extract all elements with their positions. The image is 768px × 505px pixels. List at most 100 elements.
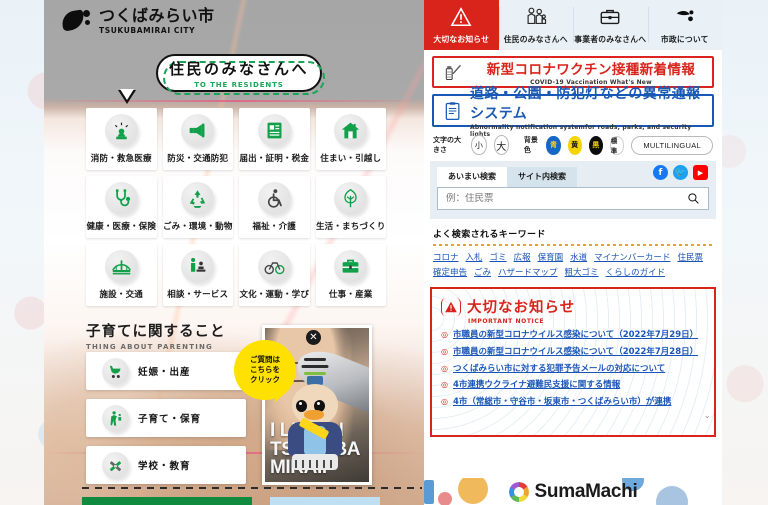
parenting-button-2[interactable]: 学校・教育 bbox=[86, 446, 246, 484]
parenting-button-0[interactable]: 妊娠・出産 bbox=[86, 352, 246, 390]
category-label: 文化・運動・学び bbox=[239, 290, 310, 300]
keyword-link-11[interactable]: 粗大ゴミ bbox=[565, 266, 599, 278]
twitter-icon[interactable]: 🐦 bbox=[673, 165, 688, 180]
keyword-link-2[interactable]: ゴミ bbox=[490, 251, 507, 263]
keyword-link-9[interactable]: ごみ bbox=[474, 266, 491, 278]
bg-color-standard-button[interactable]: 標準 bbox=[609, 135, 625, 155]
tab-1[interactable]: 住民のみなさんへ bbox=[498, 0, 573, 50]
site-logo[interactable]: つくばみらい市 TSUKUBAMIRAI CITY bbox=[62, 7, 215, 35]
bg-color-label: 背景色 bbox=[523, 136, 538, 154]
notice-item-text: 市職員の新型コロナウイルス感染について（2022年7月29日） bbox=[452, 330, 699, 340]
keyword-link-3[interactable]: 広報 bbox=[514, 251, 531, 263]
city-logo-icon bbox=[676, 9, 694, 21]
search-bar[interactable] bbox=[437, 187, 709, 210]
parenting-button-1[interactable]: 子育て・保育 bbox=[86, 399, 246, 437]
consultation-icon bbox=[181, 250, 215, 283]
notice-scroll-indicator[interactable]: ⌄ bbox=[703, 411, 711, 421]
recycle-icon bbox=[181, 182, 215, 215]
chat-mascot[interactable]: ✕ ご質問は こちらを クリック bbox=[234, 330, 354, 476]
green-footer-bar bbox=[82, 497, 252, 505]
hero-speech-bubble: 住民のみなさんへ TO THE RESIDENTS bbox=[156, 54, 325, 95]
tab-fuzzy-search[interactable]: あいまい検索 bbox=[437, 167, 507, 187]
text-size-label: 文字の大きさ bbox=[433, 136, 461, 154]
mascot-bubble-line1: ご質問は bbox=[250, 355, 280, 365]
tab-2[interactable]: 事業者のみなさんへ bbox=[573, 0, 648, 50]
megaphone-icon bbox=[181, 114, 215, 147]
bg-color-black-button[interactable]: 黒 bbox=[588, 135, 603, 155]
multilingual-button[interactable]: MULTILINGUAL bbox=[631, 135, 713, 155]
notice-item-4[interactable]: ◎ 4市（常総市・守谷市・坂東市・つくばみらい市）が連携 bbox=[441, 396, 705, 409]
bridge-icon bbox=[104, 250, 138, 283]
keyword-link-6[interactable]: マイナンバーカード bbox=[594, 251, 670, 263]
category-label: 健康・医療・保険 bbox=[86, 222, 157, 232]
notice-item-0[interactable]: ◎ 市職員の新型コロナウイルス感染について（2022年7月29日） bbox=[441, 329, 705, 342]
parenting-button-label: 妊娠・出産 bbox=[138, 367, 191, 378]
stroller-icon bbox=[102, 357, 129, 385]
keyword-list: コロナ 入札 ゴミ 広報 保育園 水道 マイナンバーカード 住民票確定申告 ごみ ハザードマップ粗… bbox=[433, 251, 713, 278]
search-input[interactable] bbox=[446, 193, 687, 204]
tab-0[interactable]: 大切なお知らせ bbox=[424, 0, 499, 50]
notice-item-1[interactable]: ◎ 市職員の新型コロナウイルス感染について（2022年7月28日） bbox=[441, 346, 705, 359]
bullet-icon: ◎ bbox=[441, 330, 448, 339]
category-cell-11[interactable]: 仕事・産業 bbox=[315, 244, 386, 306]
category-cell-9[interactable]: 相談・サービス bbox=[162, 244, 233, 306]
category-cell-4[interactable]: 健康・医療・保険 bbox=[86, 176, 157, 238]
parenting-heading: 子育てに関すること THING ABOUT PARENTING bbox=[86, 320, 226, 351]
category-cell-7[interactable]: 生活・まちづくり bbox=[315, 176, 386, 238]
keyword-link-0[interactable]: コロナ bbox=[433, 251, 459, 263]
category-label: 届出・証明・税金 bbox=[239, 154, 310, 164]
keyword-link-5[interactable]: 水道 bbox=[570, 251, 587, 263]
mascot-character bbox=[286, 358, 344, 470]
category-cell-0[interactable]: 消防・救急医療 bbox=[86, 108, 157, 170]
category-cell-2[interactable]: 届出・証明・税金 bbox=[239, 108, 310, 170]
hero-bubble-tail bbox=[118, 89, 136, 104]
banner2-jp: 道路・公園・防犯灯などの異常通報システム bbox=[470, 86, 701, 122]
tab-3[interactable]: 市政について bbox=[647, 0, 722, 50]
notice-item-3[interactable]: ◎ 4市連携ウクライナ避難民支援に関する情報 bbox=[441, 379, 705, 392]
youtube-icon[interactable]: ▶ bbox=[693, 165, 708, 180]
bullet-icon: ◎ bbox=[441, 363, 448, 373]
bullet-icon: ◎ bbox=[441, 346, 448, 356]
megaphone-icon bbox=[189, 123, 205, 138]
close-icon[interactable]: ✕ bbox=[306, 330, 321, 345]
siren-icon bbox=[114, 122, 128, 140]
notice-item-text: 4市連携ウクライナ避難民支援に関する情報 bbox=[452, 380, 621, 391]
mascot-speech-bubble[interactable]: ご質問は こちらを クリック bbox=[234, 340, 296, 400]
family-icon bbox=[524, 6, 548, 32]
search-icon[interactable] bbox=[687, 192, 700, 205]
facebook-icon[interactable]: f bbox=[653, 165, 668, 180]
category-cell-3[interactable]: 住まい・引越し bbox=[315, 108, 386, 170]
notice-item-2[interactable]: ◎ つくばみらい市に対する犯罪予告メールの対応について bbox=[441, 363, 705, 376]
sumamachi-footer[interactable]: SumaMachi bbox=[424, 478, 722, 505]
banner1-jp: 新型コロナワクチン接種新着情報 bbox=[486, 62, 696, 78]
category-cell-1[interactable]: 防災・交通防犯 bbox=[162, 108, 233, 170]
category-cell-10[interactable]: 文化・運動・学び bbox=[239, 244, 310, 306]
category-cell-5[interactable]: ごみ・環境・動物 bbox=[162, 176, 233, 238]
keyword-link-12[interactable]: くらしのガイド bbox=[606, 266, 666, 278]
pencil-ruler-icon bbox=[102, 451, 129, 479]
bg-color-blue-button[interactable]: 青 bbox=[546, 135, 561, 155]
bg-color-yellow-button[interactable]: 黄 bbox=[567, 135, 582, 155]
banner-abnormality-report[interactable]: 道路・公園・防犯灯などの異常通報システム Abnormality notific… bbox=[432, 86, 714, 138]
bullet-icon: ◎ bbox=[441, 397, 448, 406]
text-size-large-button[interactable]: 大 bbox=[493, 135, 509, 155]
category-cell-8[interactable]: 施設・交通 bbox=[86, 244, 157, 306]
notice-item-text: 市職員の新型コロナウイルス感染について（2022年7月28日） bbox=[452, 346, 699, 357]
tab-site-search[interactable]: サイト内検索 bbox=[507, 167, 577, 187]
mascot-legs bbox=[292, 454, 338, 470]
keyword-link-7[interactable]: 住民票 bbox=[677, 251, 703, 263]
notice-list: ◎ 市職員の新型コロナウイルス感染について（2022年7月29日） ◎ 市職員の… bbox=[441, 329, 705, 409]
wheelchair-icon bbox=[267, 189, 282, 208]
briefcase-icon bbox=[342, 259, 359, 273]
keyword-link-4[interactable]: 保育園 bbox=[538, 251, 564, 263]
text-size-small-button[interactable]: 小 bbox=[471, 135, 487, 155]
mascot-eye-left bbox=[296, 400, 307, 412]
parent-child-icon bbox=[102, 404, 129, 432]
bullet-icon: ◎ bbox=[441, 380, 448, 390]
keyword-link-8[interactable]: 確定申告 bbox=[433, 266, 467, 278]
category-cell-6[interactable]: 福祉・介護 bbox=[239, 176, 310, 238]
mascot-bubble-line3: クリック bbox=[250, 374, 280, 384]
keyword-link-10[interactable]: ハザードマップ bbox=[498, 266, 558, 278]
keyword-link-1[interactable]: 入札 bbox=[466, 251, 483, 263]
siren-icon bbox=[104, 114, 138, 147]
